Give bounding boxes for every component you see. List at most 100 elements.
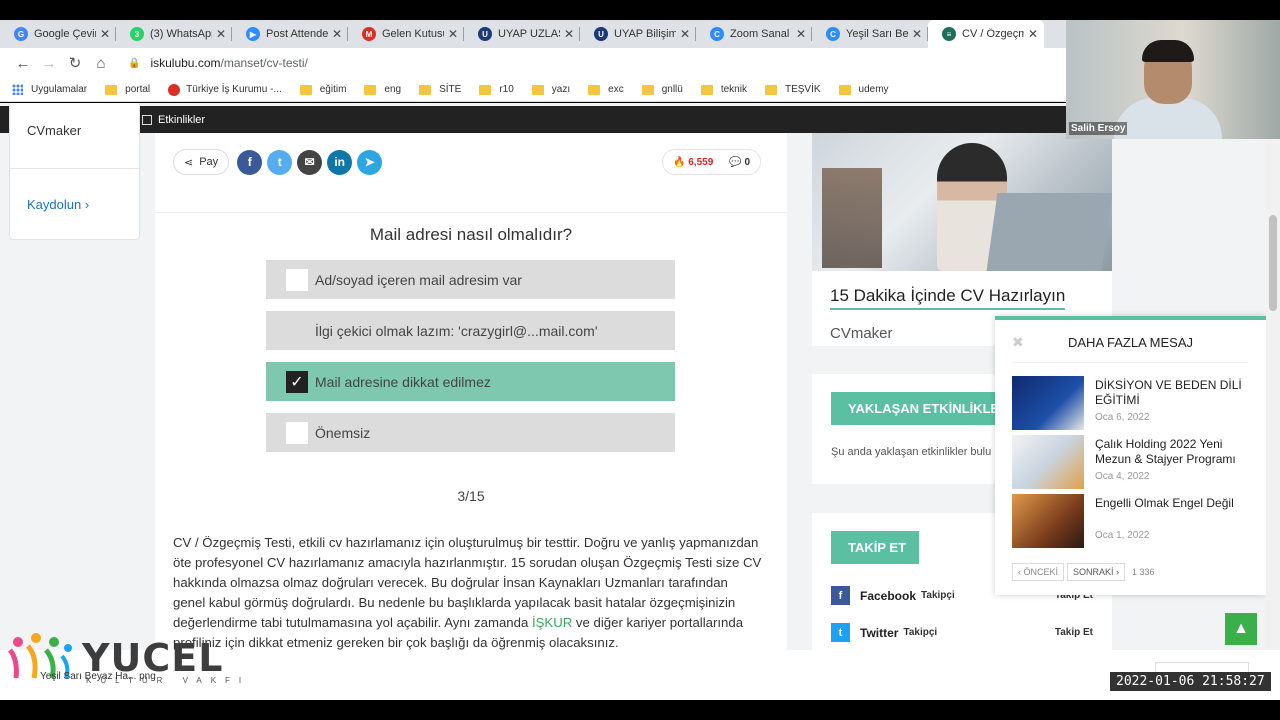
bookmark-item[interactable]: yazı: [531, 84, 570, 95]
bookmark-item[interactable]: r10: [479, 84, 514, 95]
bookmark-item[interactable]: exc: [588, 84, 624, 95]
close-tab-icon[interactable]: ✕: [100, 27, 110, 41]
browser-tab[interactable]: U UYAP UZLAŞT ✕: [464, 20, 580, 48]
forward-arrow-icon[interactable]: →: [36, 55, 62, 72]
browser-tab[interactable]: 3 (3) WhatsApp ✕: [116, 20, 232, 48]
close-tab-icon[interactable]: ✕: [796, 27, 806, 41]
nav-item-events-label: Etkinlikler: [158, 114, 206, 126]
post-title[interactable]: Çalık Holding 2022 Yeni Mezun & Stajyer …: [1095, 437, 1245, 467]
post-thumbnail[interactable]: [1012, 435, 1084, 489]
reload-icon[interactable]: ↻: [62, 54, 88, 72]
option-checkbox[interactable]: [286, 320, 308, 342]
featured-title[interactable]: 15 Dakika İçinde CV Hazırlayın: [830, 286, 1066, 310]
page-scrollbar[interactable]: [1266, 103, 1280, 650]
post-title[interactable]: Engelli Olmak Engel Değil: [1095, 496, 1245, 511]
canva-icon: C: [826, 27, 840, 41]
share-icon: ⋖: [184, 156, 194, 169]
browser-tab[interactable]: M Gelen Kutusu ✕: [348, 20, 464, 48]
recording-timestamp: 2022-01-06 21:58:27: [1110, 672, 1271, 691]
post-thumbnail[interactable]: [1012, 494, 1084, 548]
close-tab-icon[interactable]: ✕: [332, 27, 342, 41]
follow-button[interactable]: Takip Et: [1055, 627, 1093, 638]
browser-tab[interactable]: ▶ Post Attendee ✕: [232, 20, 348, 48]
post-title[interactable]: DİKSİYON VE BEDEN DİLİ EĞİTİMİ: [1095, 378, 1245, 408]
share-bar: ⋖ Pay f t ✉ in ➤: [173, 149, 387, 175]
option-label: Mail adresine dikkat edilmez: [315, 373, 491, 390]
bookmark-label: TEŞVİK: [784, 84, 821, 95]
comments-count[interactable]: 💬 0: [729, 157, 750, 168]
follow-name[interactable]: Twitter: [860, 626, 898, 640]
back-arrow-icon[interactable]: ←: [10, 55, 36, 72]
iskur-link[interactable]: İŞKUR: [532, 615, 572, 630]
post-thumbnail[interactable]: [1012, 376, 1084, 430]
article-body: CV / Özgeçmiş Testi, etkili cv hazırlama…: [173, 533, 763, 650]
scrollbar-thumb[interactable]: [1269, 215, 1277, 311]
browser-toolbar: ← → ↻ ⌂ 🔒 iskulubu.com /manset/cv-testi/: [0, 48, 1066, 78]
next-button[interactable]: SONRAKİ ›: [1067, 563, 1126, 581]
sidebar-featured-card[interactable]: 15 Dakika İçinde CV Hazırlayın CVmaker: [812, 133, 1112, 346]
address-bar[interactable]: 🔒 iskulubu.com /manset/cv-testi/: [128, 56, 308, 70]
option-label: İlgi çekici olmak lazım: 'crazygirl@...m…: [315, 322, 598, 339]
option-checkbox[interactable]: [286, 268, 308, 291]
quiz-option[interactable]: İlgi çekici olmak lazım: 'crazygirl@...m…: [266, 311, 675, 350]
close-tab-icon[interactable]: ✕: [216, 27, 226, 41]
telegram-share-icon[interactable]: ➤: [357, 149, 383, 175]
bookmark-item[interactable]: gnllü: [641, 84, 683, 95]
quiz-option[interactable]: Önemsiz: [266, 413, 675, 452]
twitter-share-icon[interactable]: t: [267, 149, 293, 175]
close-tab-icon[interactable]: ✕: [912, 27, 922, 41]
user-dropdown-menu: CVmaker Kaydolun ›: [9, 103, 141, 240]
bookmark-item[interactable]: Türkiye İş Kurumu -...: [168, 83, 282, 96]
scroll-to-top-button[interactable]: ▲: [1225, 613, 1257, 645]
google-translate-icon: G: [14, 27, 28, 41]
bookmark-item[interactable]: TEŞVİK: [764, 84, 821, 95]
post-count: 1 336: [1132, 567, 1155, 577]
nav-item-events[interactable]: Etkinlikler: [142, 114, 205, 126]
folder-icon: [838, 84, 851, 95]
twitter-icon[interactable]: t: [831, 623, 850, 642]
close-tab-icon[interactable]: ✕: [448, 27, 458, 41]
follow-followers: Takipçi: [921, 590, 955, 601]
browser-tab[interactable]: ≡ CV / Özgeçmi ✕: [928, 20, 1044, 48]
browser-tab[interactable]: U UYAP Bilişim S ✕: [580, 20, 696, 48]
facebook-share-icon[interactable]: f: [237, 149, 263, 175]
close-tab-icon[interactable]: ✕: [680, 27, 690, 41]
close-tab-icon[interactable]: ✕: [1028, 27, 1038, 41]
popup-post-item[interactable]: Çalık Holding 2022 Yeni Mezun & Stajyer …: [1012, 435, 1252, 489]
facebook-icon[interactable]: f: [831, 586, 850, 605]
bookmark-item[interactable]: udemy: [838, 84, 889, 95]
option-checkbox[interactable]: [286, 421, 308, 444]
email-share-icon[interactable]: ✉: [297, 149, 323, 175]
url-host: iskulubu.com: [150, 56, 221, 70]
share-button[interactable]: ⋖ Pay: [173, 149, 230, 175]
close-tab-icon[interactable]: ✕: [564, 27, 574, 41]
menu-item-cvmaker[interactable]: CVmaker: [27, 123, 81, 138]
quiz-option[interactable]: Ad/soyad içeren mail adresim var: [266, 260, 675, 299]
bookmark-item[interactable]: SİTE: [419, 84, 461, 95]
follow-name[interactable]: Facebook: [860, 589, 916, 603]
popup-post-item[interactable]: DİKSİYON VE BEDEN DİLİ EĞİTİMİ Oca 6, 202…: [1012, 376, 1252, 430]
popup-post-item[interactable]: Engelli Olmak Engel Değil Oca 1, 2022: [1012, 494, 1252, 548]
bookmark-item[interactable]: teknik: [700, 84, 747, 95]
home-icon[interactable]: ⌂: [88, 55, 114, 72]
option-checkbox[interactable]: ✓: [286, 370, 308, 393]
upcoming-events-text: Şu anda yaklaşan etkinlikler bulu: [831, 446, 992, 458]
bookmark-item[interactable]: Uygulamalar: [12, 84, 87, 95]
bookmark-item[interactable]: portal: [105, 84, 150, 95]
bookmark-item[interactable]: eğitim: [299, 84, 346, 95]
views-value: 6,559: [688, 156, 714, 168]
menu-item-register[interactable]: Kaydolun ›: [27, 197, 89, 212]
browser-tab[interactable]: C Zoom Sanal A ✕: [696, 20, 812, 48]
linkedin-share-icon[interactable]: in: [327, 149, 353, 175]
bookmark-item[interactable]: eng: [364, 84, 401, 95]
bookmark-label: gnllü: [661, 84, 683, 95]
iskur-favicon-icon: [168, 83, 181, 96]
browser-tab[interactable]: C Yeşil Sarı Beya ✕: [812, 20, 928, 48]
quiz-option[interactable]: ✓ Mail adresine dikkat edilmez: [266, 362, 675, 401]
post-date: Oca 6, 2022: [1095, 412, 1150, 423]
prev-button[interactable]: ‹ ÖNCEKİ: [1012, 563, 1065, 581]
popup-pager: ‹ ÖNCEKİ SONRAKİ › 1 336: [1012, 563, 1155, 581]
comment-icon: 💬: [729, 156, 742, 168]
browser-tab[interactable]: G Google Çeviri ✕: [0, 20, 116, 48]
folder-icon: [364, 84, 377, 95]
